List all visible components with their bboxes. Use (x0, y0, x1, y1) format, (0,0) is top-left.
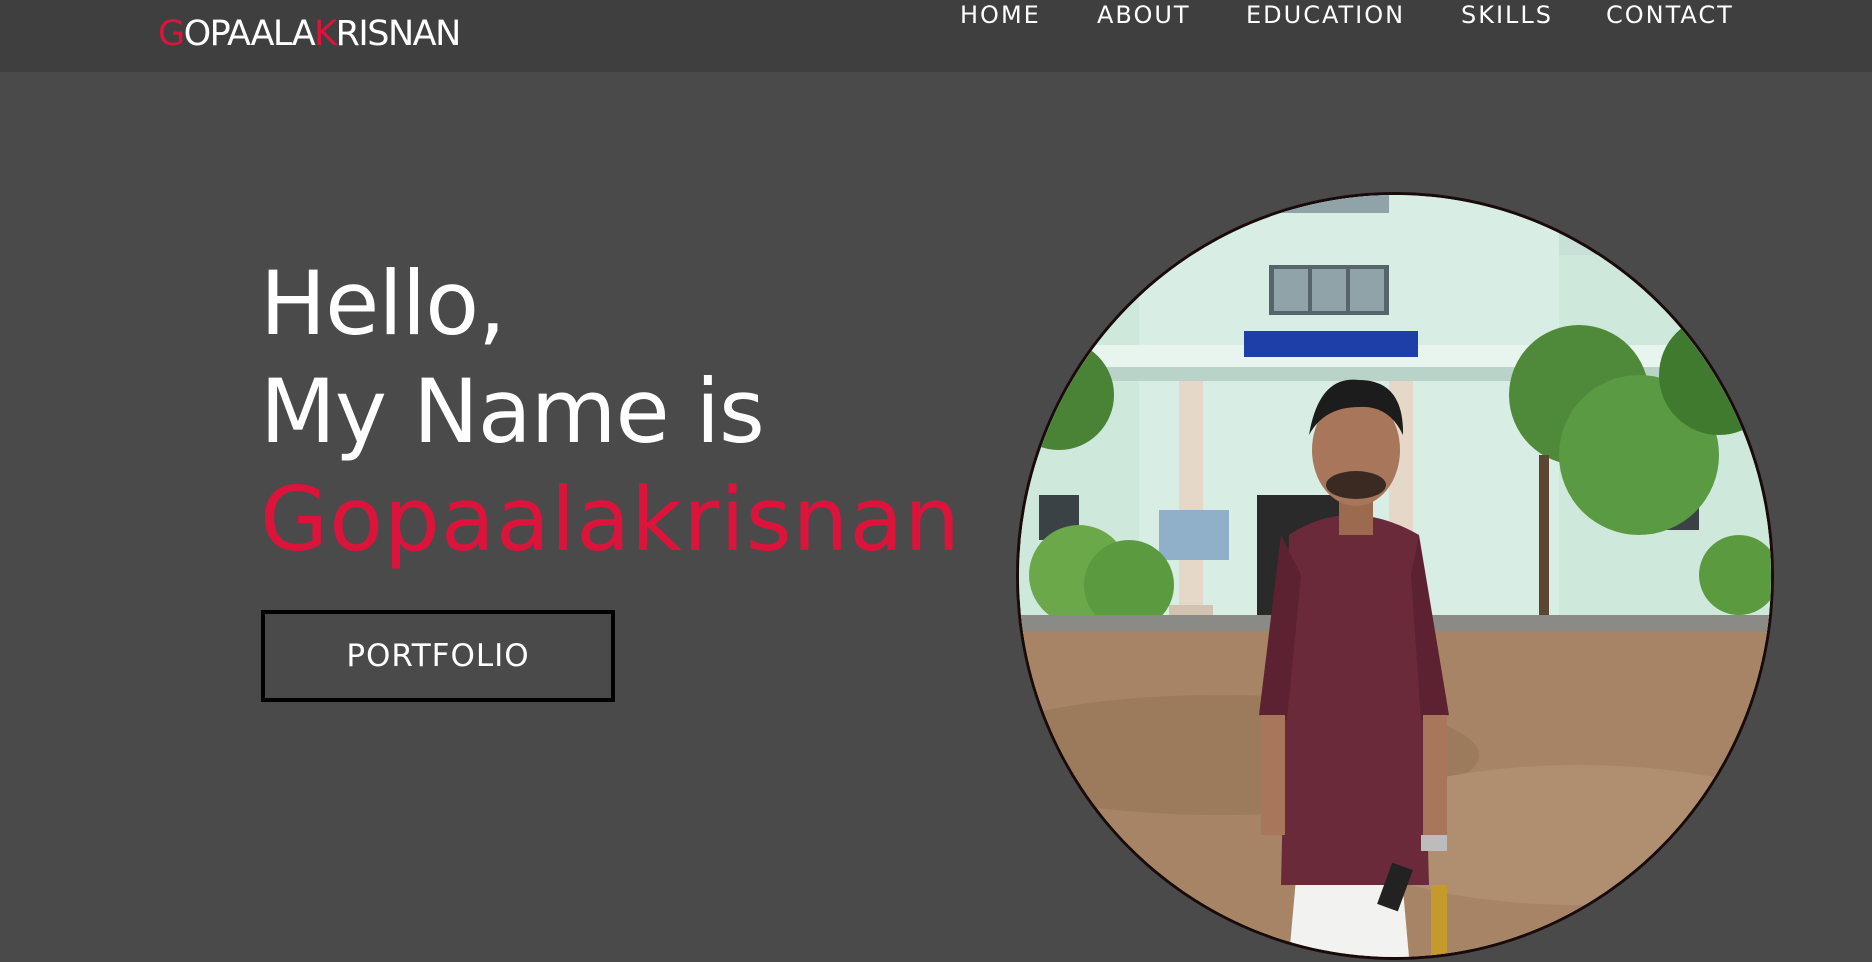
nav-home[interactable]: HOME (960, 0, 1041, 30)
logo-initial: G (158, 14, 185, 54)
logo-text-part2: RISNAN (335, 14, 462, 54)
logo-k-letter: K (314, 14, 337, 54)
site-logo[interactable]: GOPAALAKRISNAN (158, 13, 462, 55)
logo-text-part1: OPAALA (183, 14, 316, 54)
hero-intro: My Name is (260, 360, 765, 463)
profile-photo (1016, 192, 1774, 960)
nav-education[interactable]: EDUCATION (1246, 0, 1405, 30)
hero-name: Gopaalakrisnan (260, 468, 962, 571)
hero-text: Hello, My Name is Gopaalakrisnan (260, 250, 961, 574)
portfolio-button[interactable]: PORTFOLIO (261, 610, 615, 702)
nav-contact[interactable]: CONTACT (1606, 0, 1734, 30)
nav-about[interactable]: ABOUT (1097, 0, 1191, 30)
hero-greeting: Hello, (260, 252, 506, 355)
nav-skills[interactable]: SKILLS (1461, 0, 1553, 30)
navbar: GOPAALAKRISNAN HOME ABOUT EDUCATION SKIL… (0, 0, 1872, 72)
profile-photo-illustration (1019, 195, 1771, 957)
